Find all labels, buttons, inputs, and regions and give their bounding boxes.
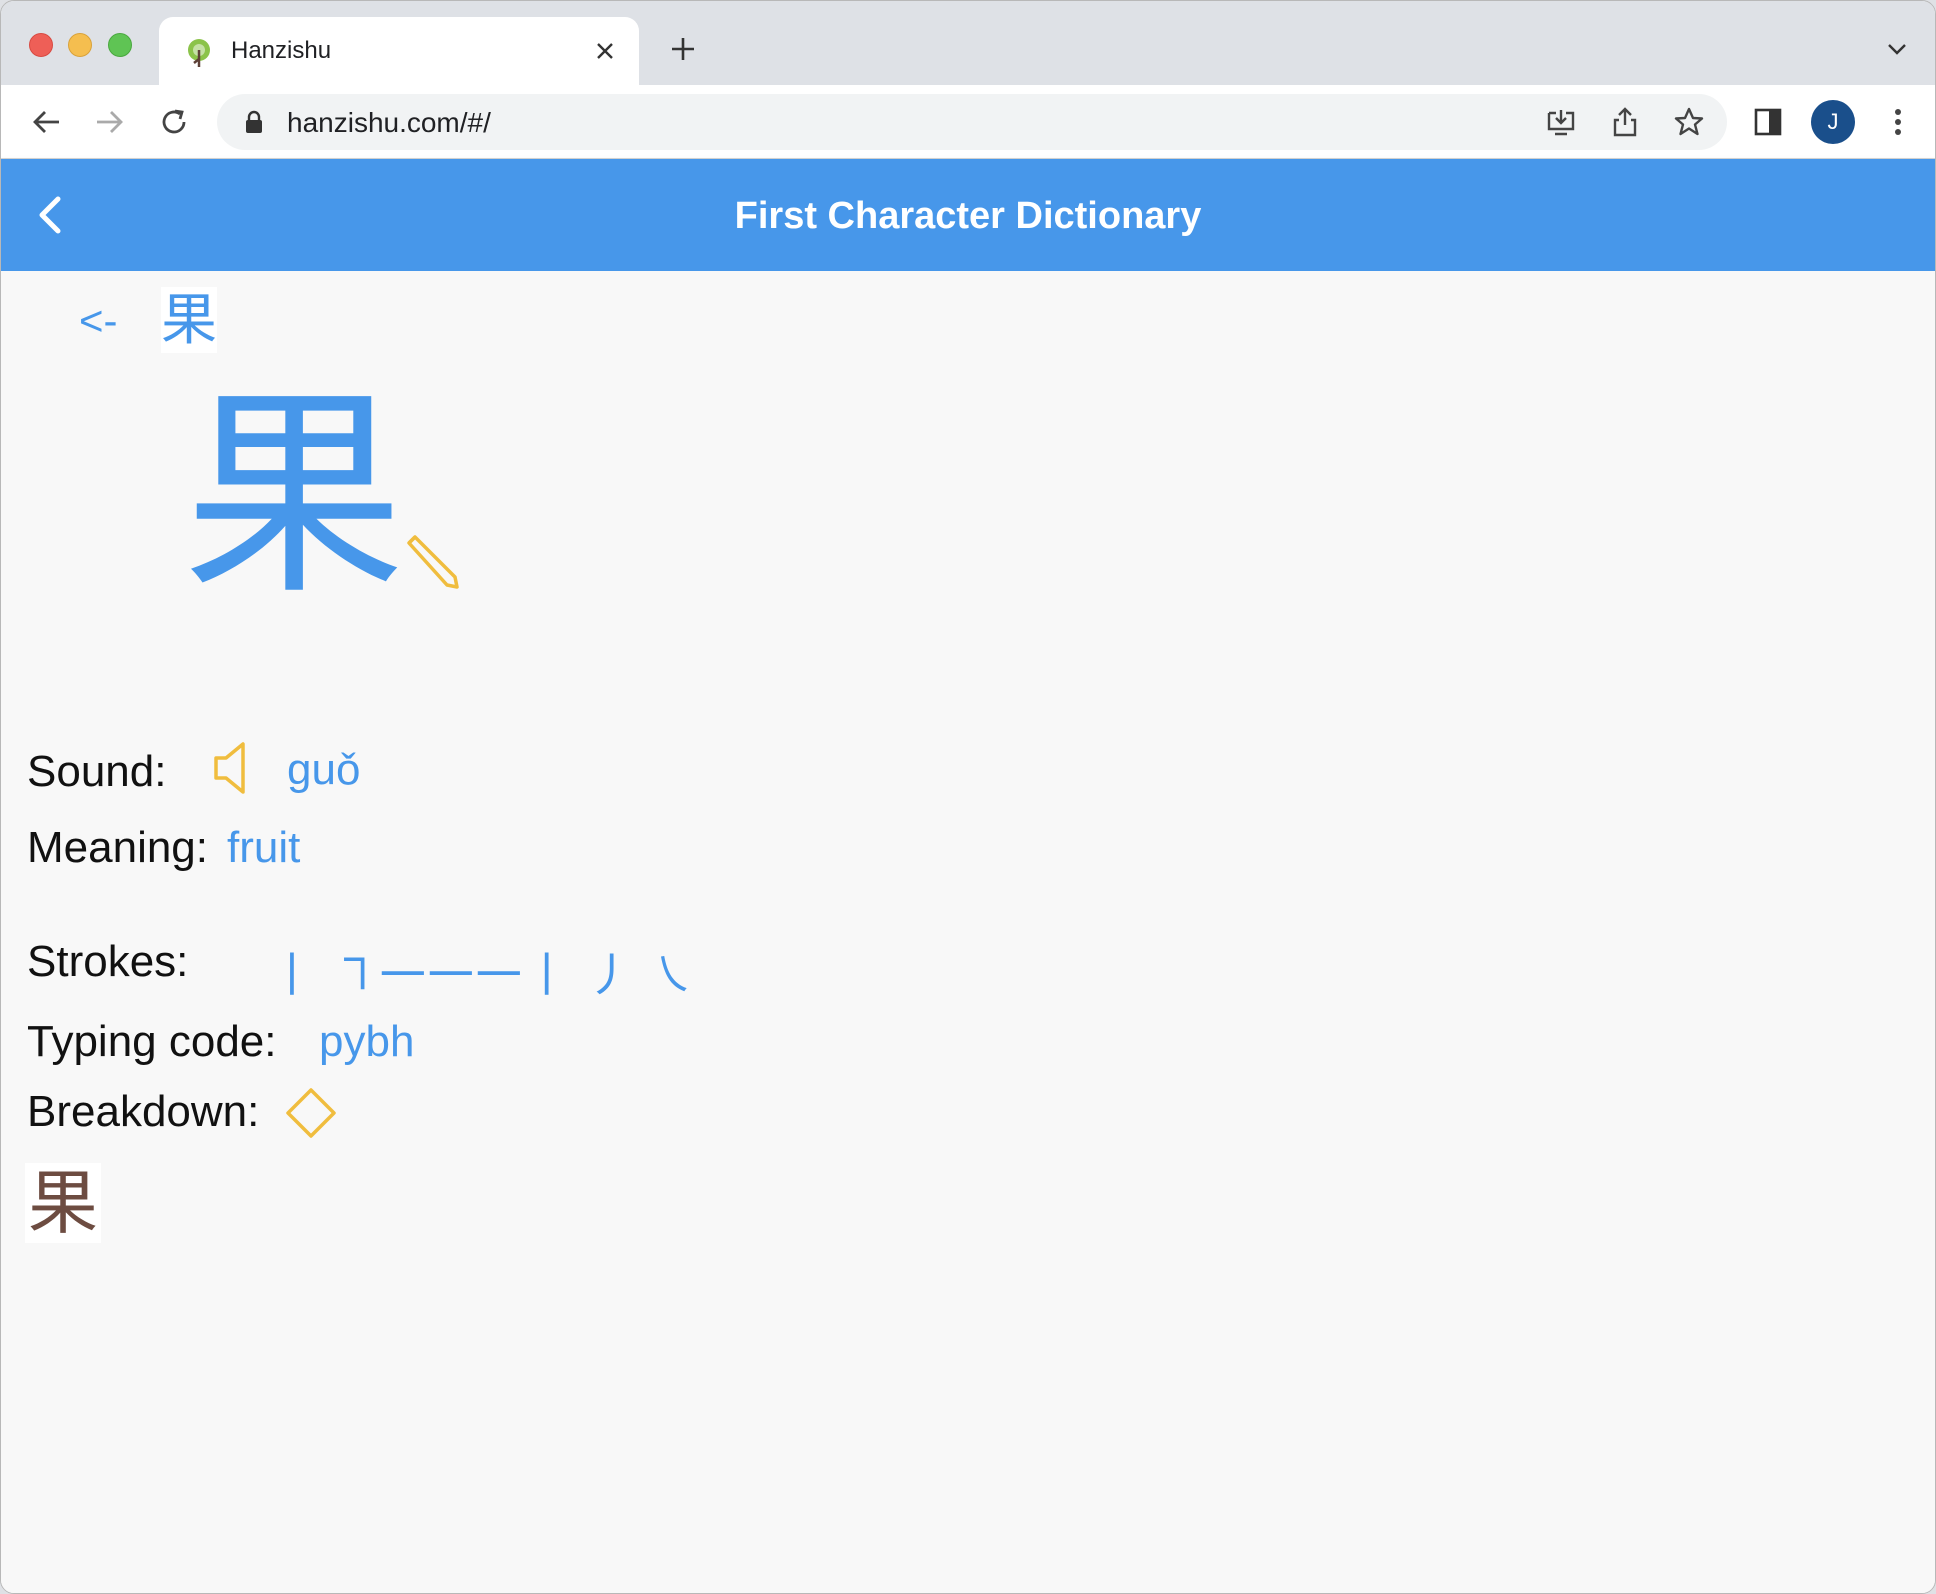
strokes-row: Strokes: xyxy=(27,937,188,987)
tab-search-chevron-icon[interactable] xyxy=(1881,33,1913,65)
breadcrumb-back-link[interactable]: <- xyxy=(79,297,118,345)
strokes-label: Strokes: xyxy=(27,937,189,986)
lock-icon[interactable] xyxy=(243,110,265,134)
meaning-label: Meaning: xyxy=(27,823,209,872)
browser-menu-icon[interactable] xyxy=(1877,101,1919,143)
meaning-row: Meaning: xyxy=(27,823,208,873)
diamond-icon[interactable] xyxy=(285,1087,337,1139)
strokes-sequence[interactable]: 丨 ㇕一一一丨 丿 ㇏ xyxy=(269,939,697,1005)
close-window-button[interactable] xyxy=(29,33,53,57)
bookmark-star-icon[interactable] xyxy=(1671,104,1707,140)
pinyin-value[interactable]: guǒ xyxy=(287,745,360,795)
hanzishu-favicon-icon xyxy=(188,39,210,67)
url-text[interactable]: hanzishu.com/#/ xyxy=(287,107,491,139)
side-panel-icon[interactable] xyxy=(1747,101,1789,143)
forward-arrow-icon[interactable] xyxy=(89,101,131,143)
breakdown-label: Breakdown: xyxy=(27,1087,260,1136)
new-tab-button[interactable] xyxy=(663,29,703,69)
breadcrumb-character[interactable]: 果 xyxy=(161,287,217,353)
browser-window: Hanzishu hanzishu.com/#/ J First Charact… xyxy=(0,0,1936,1594)
install-app-icon[interactable] xyxy=(1543,104,1579,140)
back-arrow-icon[interactable] xyxy=(25,101,67,143)
tab-strip: Hanzishu xyxy=(1,1,1935,85)
pencil-icon[interactable] xyxy=(401,531,461,591)
address-bar[interactable]: hanzishu.com/#/ xyxy=(217,94,1727,150)
typing-code-value: pybh xyxy=(319,1017,415,1066)
app-header: First Character Dictionary xyxy=(1,159,1935,271)
main-character: 果 xyxy=(183,372,405,620)
breakdown-row: Breakdown: xyxy=(27,1087,259,1137)
sound-row: Sound: xyxy=(27,747,166,797)
character-detail: <- 果 果 Sound: guǒ Meaning: fruit Strokes… xyxy=(1,271,1935,1593)
share-icon[interactable] xyxy=(1607,104,1643,140)
reload-icon[interactable] xyxy=(153,101,195,143)
browser-toolbar: hanzishu.com/#/ J xyxy=(1,85,1935,159)
close-tab-icon[interactable] xyxy=(587,33,623,69)
tab-hanzishu[interactable]: Hanzishu xyxy=(159,17,639,85)
meaning-value: fruit xyxy=(227,823,301,872)
speaker-icon[interactable] xyxy=(213,741,247,795)
page-title: First Character Dictionary xyxy=(734,195,1202,237)
profile-avatar[interactable]: J xyxy=(1811,100,1855,144)
breakdown-component[interactable]: 果 xyxy=(25,1163,101,1243)
tab-title: Hanzishu xyxy=(231,37,332,64)
sound-label: Sound: xyxy=(27,747,167,796)
typing-code-label: Typing code: xyxy=(27,1017,277,1066)
minimize-window-button[interactable] xyxy=(68,33,92,57)
zoom-window-button[interactable] xyxy=(108,33,132,57)
typing-code-row: Typing code: xyxy=(27,1017,277,1067)
